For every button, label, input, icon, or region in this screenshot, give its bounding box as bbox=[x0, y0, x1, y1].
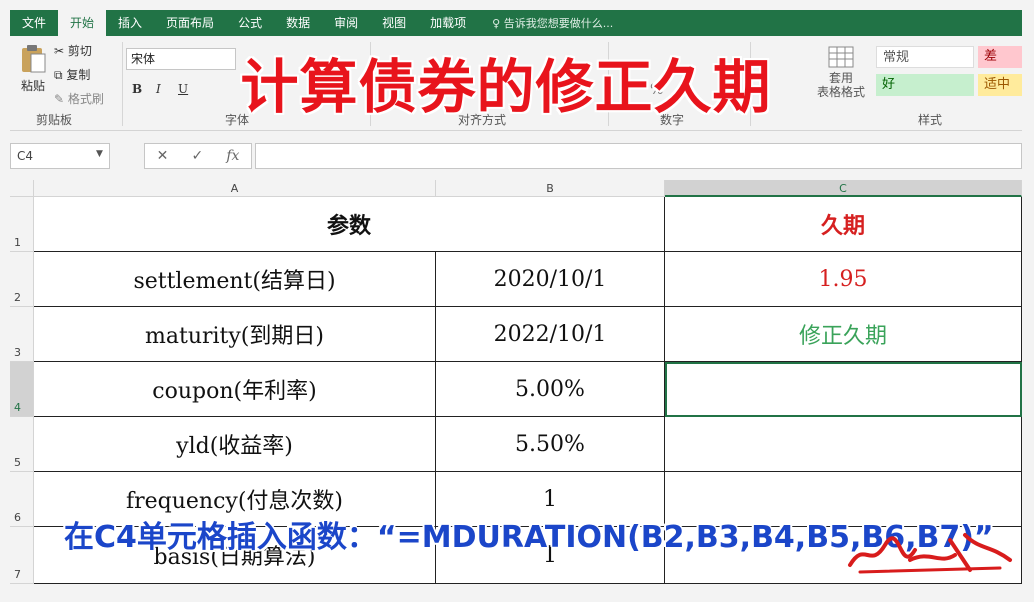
row-header[interactable]: 6 bbox=[10, 472, 34, 527]
cell-a5[interactable]: yld(收益率) bbox=[34, 417, 436, 472]
styles-group-label: 样式 bbox=[918, 113, 943, 127]
tab-review[interactable]: 审阅 bbox=[322, 10, 370, 36]
tell-me-search[interactable]: ♀ 告诉我您想要做什么... bbox=[478, 15, 613, 31]
brush-icon: ✎ bbox=[54, 92, 68, 106]
row-header[interactable]: 7 bbox=[10, 527, 34, 584]
column-header-a[interactable]: A bbox=[34, 180, 436, 197]
tab-file[interactable]: 文件 bbox=[10, 10, 58, 36]
column-header-b[interactable]: B bbox=[436, 180, 665, 197]
tab-data[interactable]: 数据 bbox=[274, 10, 322, 36]
tab-insert[interactable]: 插入 bbox=[106, 10, 154, 36]
formula-bar: C4 ▼ ✕ ✓ fx bbox=[10, 140, 1022, 172]
excel-window: 文件 开始 插入 页面布局 公式 数据 审阅 视图 加载项 ♀ 告诉我您想要做什… bbox=[0, 0, 1034, 602]
format-painter-label: 格式刷 bbox=[67, 92, 104, 106]
copy-label: 复制 bbox=[66, 68, 91, 82]
tab-addins[interactable]: 加载项 bbox=[418, 10, 478, 36]
formula-input[interactable] bbox=[255, 143, 1022, 169]
cell-c5[interactable] bbox=[665, 417, 1022, 472]
insert-function-icon[interactable]: fx bbox=[226, 148, 239, 164]
name-box[interactable]: C4 bbox=[10, 143, 110, 169]
format-painter-button[interactable]: ✎ 格式刷 bbox=[54, 90, 104, 107]
cell-a1-merged[interactable]: 参数 bbox=[34, 197, 665, 252]
row-number: 2 bbox=[14, 291, 21, 304]
tab-page-layout[interactable]: 页面布局 bbox=[154, 10, 226, 36]
row-header[interactable]: 3 bbox=[10, 307, 34, 362]
row-number: 6 bbox=[14, 511, 21, 524]
cell-b3[interactable]: 2022/10/1 bbox=[436, 307, 665, 362]
ribbon-tabs: 文件 开始 插入 页面布局 公式 数据 审阅 视图 加载项 ♀ 告诉我您想要做什… bbox=[10, 10, 1022, 36]
cell-c1[interactable]: 久期 bbox=[665, 197, 1022, 252]
style-good[interactable]: 好 bbox=[876, 74, 974, 96]
paste-label: 粘贴 bbox=[20, 79, 45, 93]
cell-c4-selected[interactable] bbox=[665, 362, 1022, 417]
clipboard-group-label: 剪贴板 bbox=[36, 113, 73, 127]
row-number: 7 bbox=[14, 568, 21, 581]
cell-c2[interactable]: 1.95 bbox=[665, 252, 1022, 307]
tell-me-text: 告诉我您想要做什么... bbox=[503, 17, 614, 30]
row-header[interactable]: 2 bbox=[10, 252, 34, 307]
style-normal[interactable]: 常规 bbox=[876, 46, 974, 68]
row-number: 5 bbox=[14, 456, 21, 469]
select-all-corner[interactable] bbox=[10, 180, 34, 197]
column-header-c[interactable]: C bbox=[665, 180, 1022, 197]
author-signature-logo bbox=[848, 533, 1012, 574]
tab-formulas[interactable]: 公式 bbox=[226, 10, 274, 36]
paste-button[interactable]: 粘贴 bbox=[16, 44, 50, 102]
cell-a3[interactable]: maturity(到期日) bbox=[34, 307, 436, 362]
video-title-overlay: 计算债券的修正久期 bbox=[240, 53, 772, 121]
table-format-icon bbox=[828, 46, 854, 68]
cell-b5[interactable]: 5.50% bbox=[436, 417, 665, 472]
cut-button[interactable]: ✂ 剪切 bbox=[54, 42, 92, 59]
enter-icon[interactable]: ✓ bbox=[191, 148, 203, 164]
cell-c3[interactable]: 修正久期 bbox=[665, 307, 1022, 362]
row-number: 4 bbox=[14, 401, 21, 414]
row-header[interactable]: 1 bbox=[10, 197, 34, 252]
bold-button[interactable]: B bbox=[132, 82, 142, 96]
copy-button[interactable]: ⧉ 复制 bbox=[54, 66, 90, 83]
row-number: 1 bbox=[14, 236, 21, 249]
row-header[interactable]: 4 bbox=[10, 362, 34, 417]
cell-a4[interactable]: coupon(年利率) bbox=[34, 362, 436, 417]
chevron-down-icon[interactable]: ▼ bbox=[96, 149, 103, 159]
row-header[interactable]: 5 bbox=[10, 417, 34, 472]
style-bad[interactable]: 差 bbox=[978, 46, 1022, 68]
cut-label: 剪切 bbox=[67, 44, 92, 58]
copy-icon: ⧉ bbox=[54, 68, 67, 82]
formula-buttons: ✕ ✓ fx bbox=[144, 143, 252, 169]
cell-b4[interactable]: 5.00% bbox=[436, 362, 665, 417]
tab-home[interactable]: 开始 bbox=[58, 10, 107, 36]
style-neutral[interactable]: 适中 bbox=[978, 74, 1022, 96]
paste-icon bbox=[22, 45, 46, 73]
cell-a2[interactable]: settlement(结算日) bbox=[34, 252, 436, 307]
cell-b2[interactable]: 2020/10/1 bbox=[436, 252, 665, 307]
italic-button[interactable]: I bbox=[156, 82, 161, 96]
scissors-icon: ✂ bbox=[54, 44, 68, 58]
divider bbox=[122, 42, 123, 126]
row-number: 3 bbox=[14, 346, 21, 359]
lightbulb-icon: ♀ bbox=[492, 17, 504, 30]
tab-view[interactable]: 视图 bbox=[370, 10, 418, 36]
cancel-icon[interactable]: ✕ bbox=[157, 148, 169, 164]
